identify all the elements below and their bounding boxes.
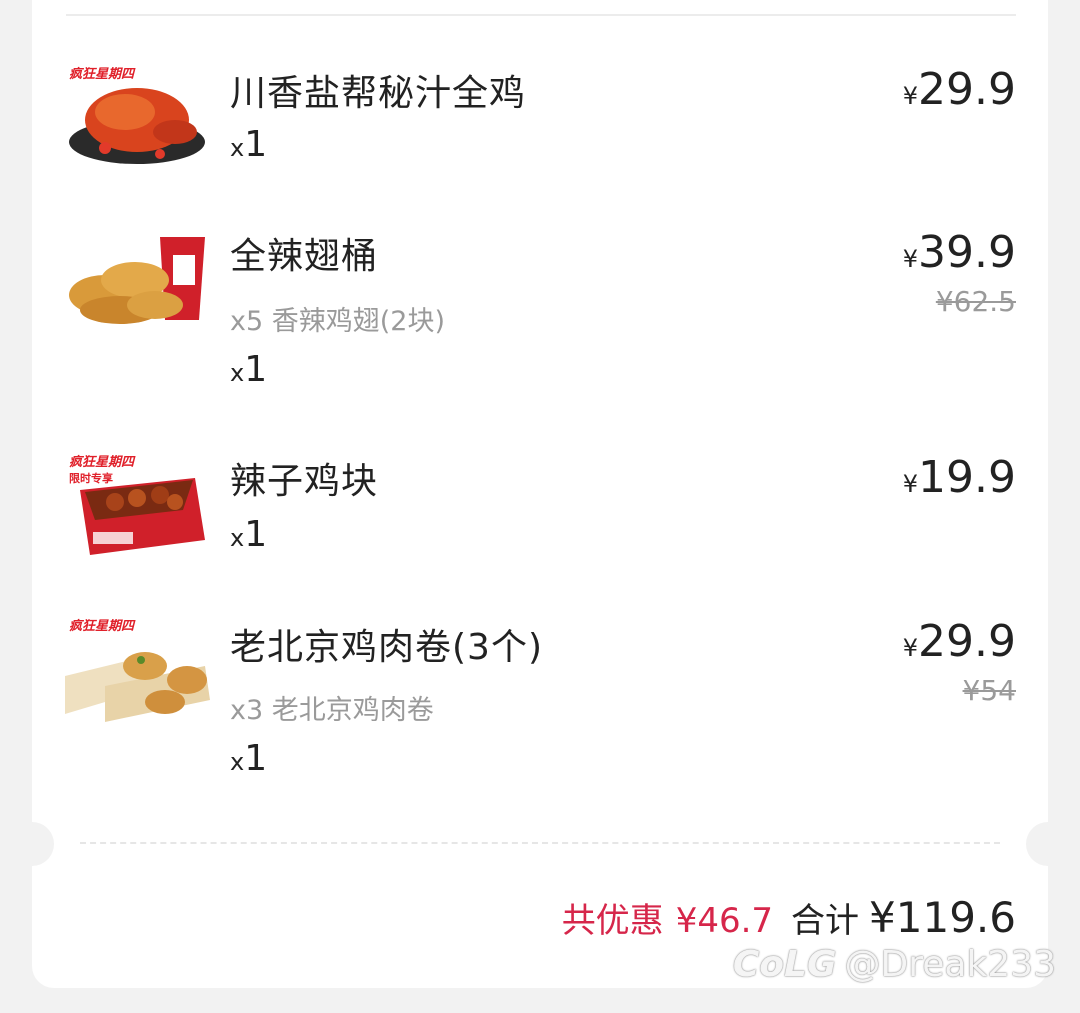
ticket-notch-right	[1026, 822, 1070, 866]
ticket-notch-left	[10, 822, 54, 866]
svg-text:限时专享: 限时专享	[69, 471, 113, 485]
roast-chicken-image: 疯狂星期四	[65, 62, 210, 172]
item-price: ¥29.9	[902, 616, 1016, 667]
dashed-divider	[80, 842, 1000, 844]
chicken-wraps-image: 疯狂星期四	[65, 614, 210, 724]
total-label: 合计	[791, 901, 860, 941]
item-detail: x3 老北京鸡肉卷	[230, 695, 434, 726]
watermark-handle: @Dreak233	[844, 944, 1057, 985]
item-quantity: x1	[230, 738, 268, 779]
original-price: ¥62.5	[935, 285, 1016, 318]
item-price: ¥19.9	[902, 452, 1016, 503]
item-detail: x5 香辣鸡翅(2块)	[230, 306, 445, 337]
item-quantity: x1	[230, 514, 268, 555]
svg-text:疯狂星期四: 疯狂星期四	[69, 454, 136, 470]
discount-value: ¥46.7	[675, 901, 774, 941]
total-value: ¥119.6	[869, 893, 1016, 942]
svg-text:疯狂星期四: 疯狂星期四	[69, 618, 136, 634]
item-name: 全辣翅桶	[230, 236, 379, 277]
item-name: 老北京鸡肉卷(3个)	[230, 627, 543, 668]
item-price: ¥29.9	[902, 64, 1016, 115]
item-name: 川香盐帮秘汁全鸡	[230, 73, 527, 114]
item-name: 辣子鸡块	[230, 461, 379, 502]
item-price: ¥39.9	[902, 227, 1016, 278]
original-price: ¥54	[962, 674, 1016, 707]
watermark: CoLG @Dreak233	[733, 944, 1056, 985]
watermark-logo: CoLG	[732, 944, 837, 985]
divider	[66, 14, 1016, 16]
item-quantity: x1	[230, 349, 268, 390]
wing-bucket-image	[65, 225, 210, 335]
item-quantity: x1	[230, 124, 268, 165]
discount-label: 共优惠	[561, 901, 664, 941]
chicken-nuggets-box-image: 疯狂星期四 限时专享	[65, 450, 210, 560]
svg-text:疯狂星期四: 疯狂星期四	[69, 66, 136, 82]
order-summary: 共优惠 ¥46.7 合计 ¥119.6	[562, 893, 1016, 942]
